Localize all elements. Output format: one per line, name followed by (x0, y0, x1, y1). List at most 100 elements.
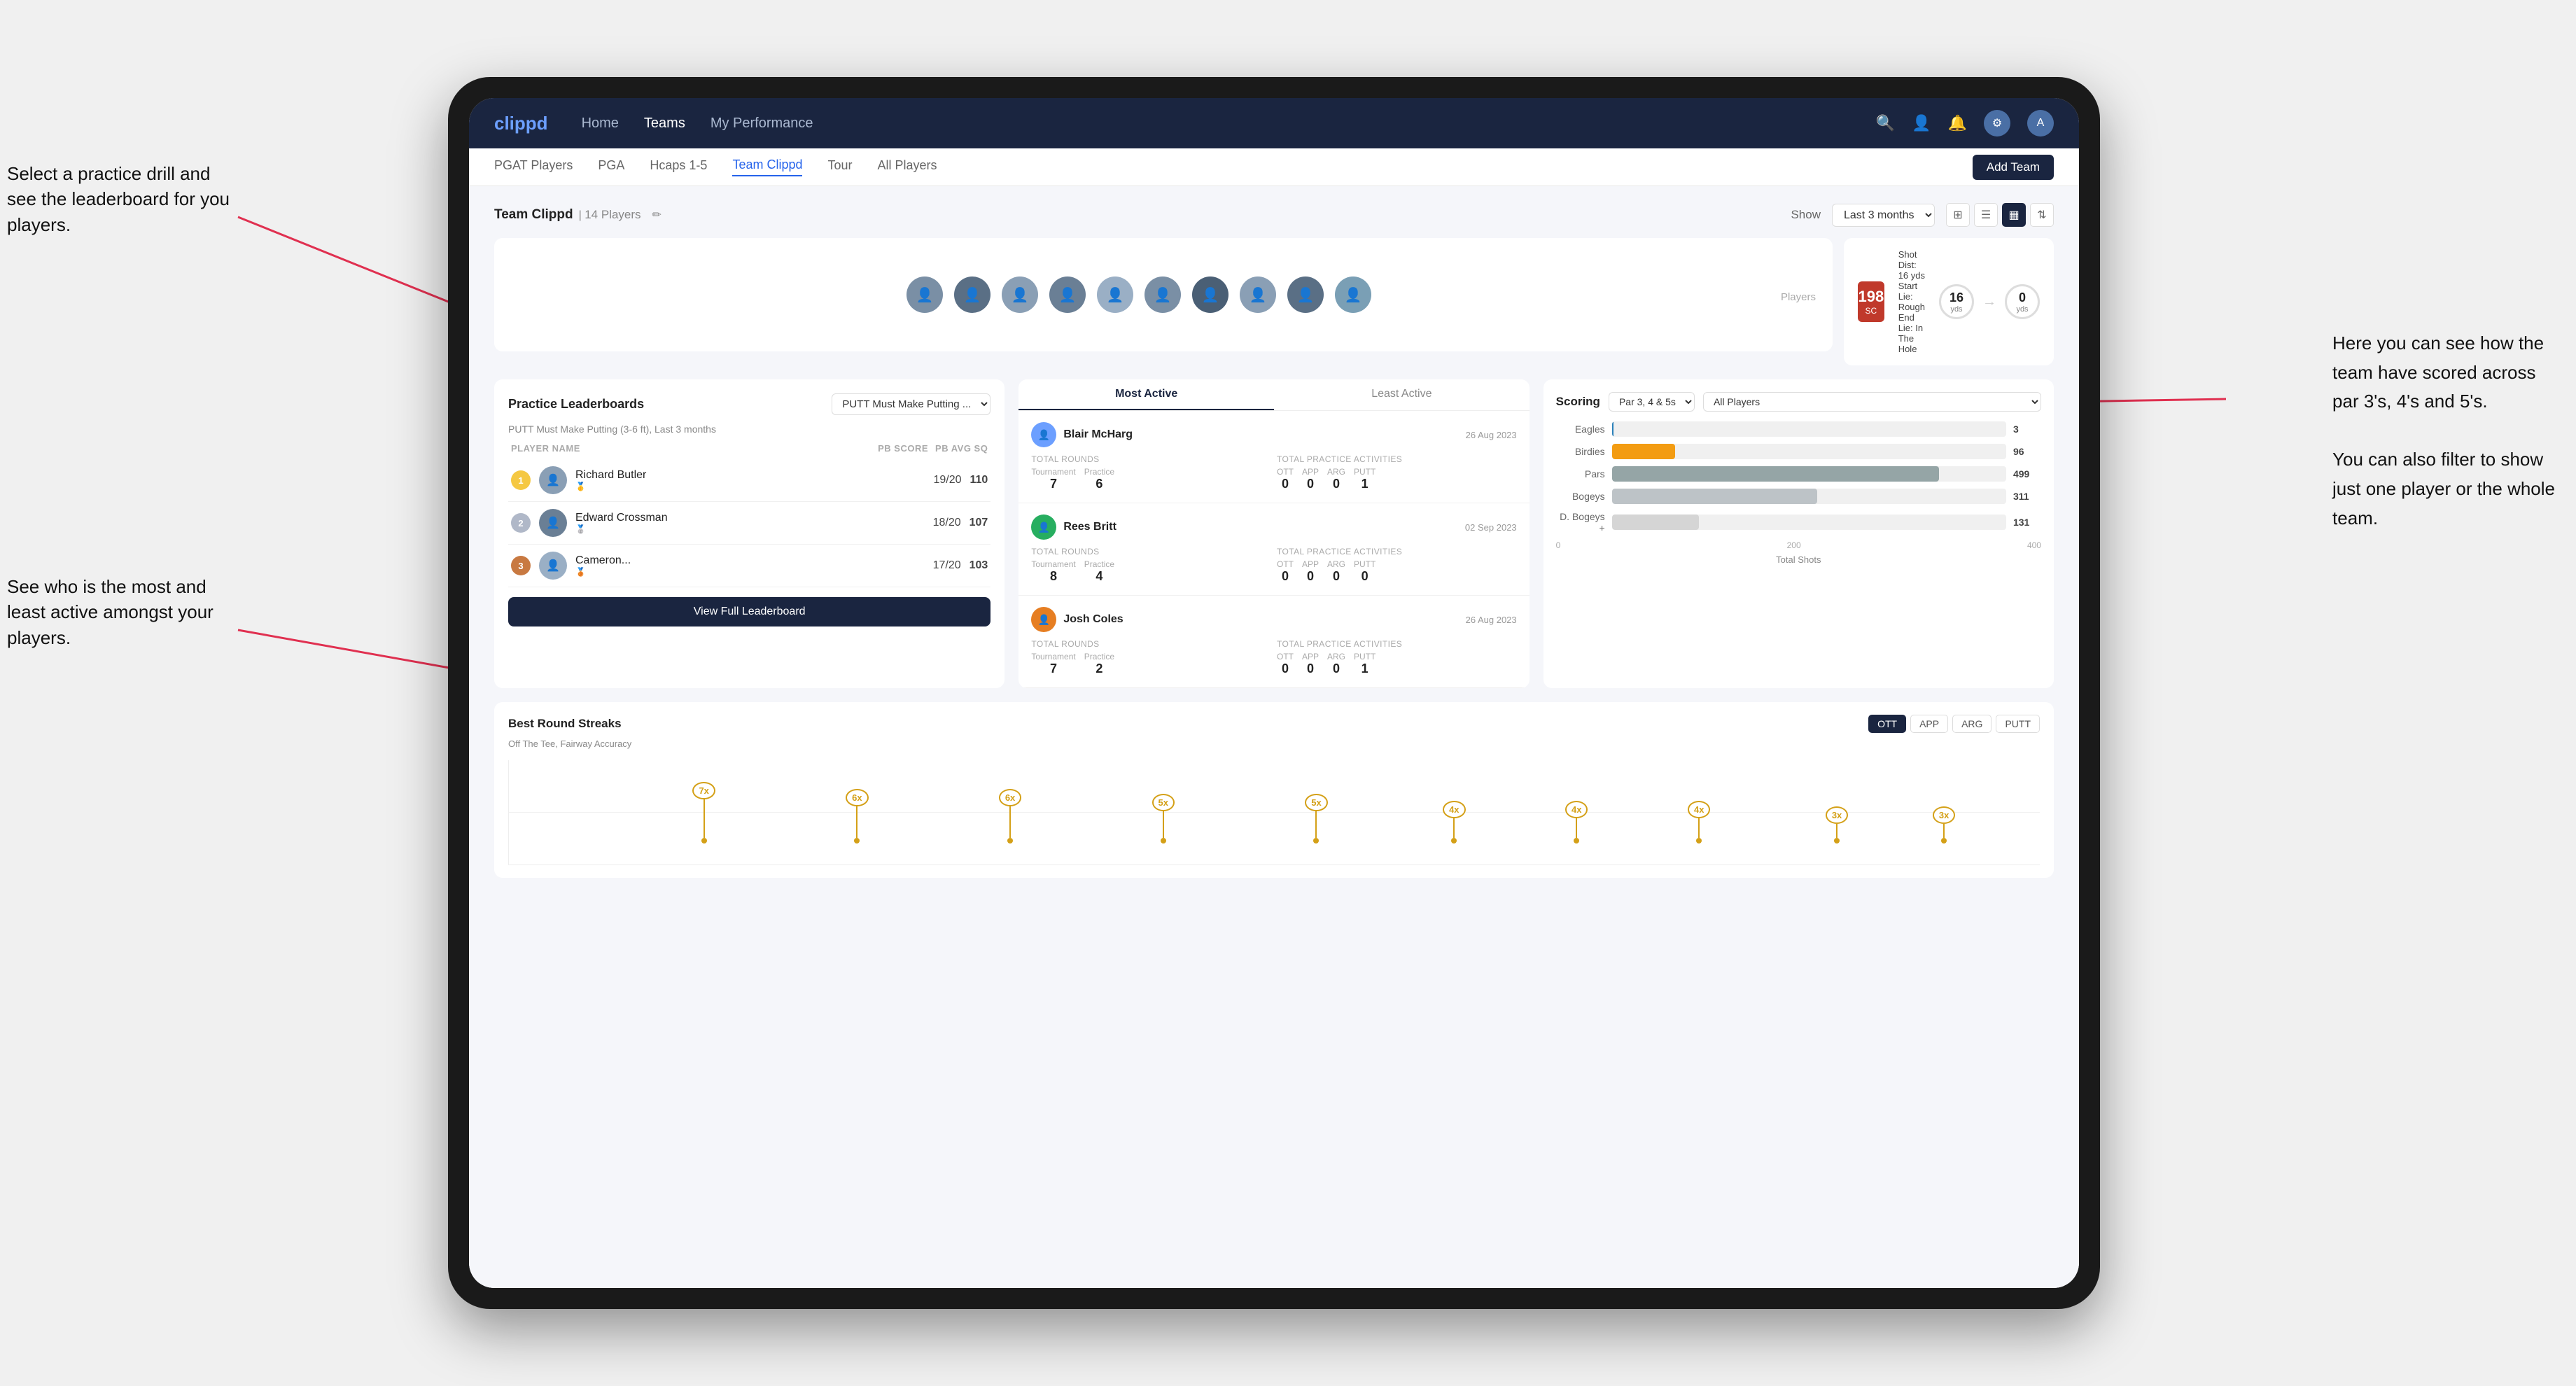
user-icon[interactable]: 👤 (1912, 114, 1931, 132)
lb-rank-1: 1 (511, 470, 531, 490)
streak-bubble-4: 5x (1305, 794, 1327, 811)
players-footer-label: Players (1781, 291, 1816, 303)
tablet-frame: clippd Home Teams My Performance 🔍 👤 🔔 ⚙… (448, 77, 2100, 1309)
nav-performance[interactable]: My Performance (710, 115, 813, 132)
player-avatar-9[interactable]: 👤 (1335, 276, 1371, 313)
user-avatar[interactable]: ⚙ (1984, 110, 2010, 136)
ap-name-1: Blair McHarg (1063, 428, 1458, 441)
leaderboard-card: Practice Leaderboards PUTT Must Make Put… (494, 379, 1004, 688)
bar-eagles: Eagles 3 (1556, 421, 2041, 437)
shot-metrics: 16 yds → 0 yds (1939, 284, 2040, 319)
view-full-leaderboard-button[interactable]: View Full Leaderboard (508, 597, 990, 626)
player-item-6: 👤 (1192, 276, 1228, 313)
activity-player-3: 👤 Josh Coles 26 Aug 2023 Total Rounds To… (1018, 596, 1529, 688)
team-controls: Show Last 3 months ⊞ ☰ ▦ ⇅ (1791, 203, 2054, 227)
player-avatar-8[interactable]: 👤 (1287, 276, 1324, 313)
card-view-icon[interactable]: ▦ (2002, 203, 2026, 227)
tab-least-active[interactable]: Least Active (1274, 379, 1530, 410)
player-avatar-7[interactable]: 👤 (1240, 276, 1276, 313)
streak-btn-putt[interactable]: PUTT (1996, 715, 2040, 733)
player-avatar-0[interactable]: 👤 (906, 276, 943, 313)
subnav-pgat[interactable]: PGAT Players (494, 158, 573, 176)
metric-2: 0 yds (2005, 284, 2040, 319)
shot-card: 198 SC Shot Dist: 16 yds Start Lie: Roug… (1844, 238, 2054, 365)
search-icon[interactable]: 🔍 (1876, 114, 1895, 132)
streaks-header: Best Round Streaks OTT APP ARG PUTT (508, 715, 2040, 733)
leaderboard-subtitle: PUTT Must Make Putting (3-6 ft), Last 3 … (508, 424, 990, 435)
ap-date-1: 26 Aug 2023 (1466, 430, 1517, 440)
player-count: | 14 Players (579, 208, 641, 222)
nav-teams[interactable]: Teams (644, 115, 685, 132)
list-view-icon[interactable]: ☰ (1974, 203, 1998, 227)
player-avatar-4[interactable]: 👤 (1097, 276, 1133, 313)
show-select[interactable]: Last 3 months (1832, 204, 1935, 227)
activity-card: Most Active Least Active 👤 Blair McHarg … (1018, 379, 1529, 688)
subnav-tour[interactable]: Tour (827, 158, 852, 176)
ap-header-1: 👤 Blair McHarg 26 Aug 2023 (1031, 422, 1516, 447)
nav-home[interactable]: Home (582, 115, 619, 132)
tab-most-active[interactable]: Most Active (1018, 379, 1274, 410)
tablet-screen: clippd Home Teams My Performance 🔍 👤 🔔 ⚙… (469, 98, 2079, 1288)
player-avatar-2[interactable]: 👤 (1002, 276, 1038, 313)
view-icons: ⊞ ☰ ▦ ⇅ (1946, 203, 2054, 227)
streak-bubble-7: 4x (1688, 801, 1710, 818)
streak-point-9: 3x (1933, 806, 1955, 844)
ap-avatar-3: 👤 (1031, 607, 1056, 632)
player-avatar-5[interactable]: 👤 (1144, 276, 1181, 313)
lb-avatar-2: 👤 (539, 509, 567, 537)
annotation-top-left: Select a practice drill and see the lead… (7, 161, 231, 237)
lb-name-1: Richard Butler (575, 469, 925, 482)
lb-col-headers: PLAYER NAME PB SCORE PB AVG SQ (508, 443, 990, 454)
ap-avatar-1: 👤 (1031, 422, 1056, 447)
streaks-subtitle: Off The Tee, Fairway Accuracy (508, 738, 2040, 749)
streak-bubble-9: 3x (1933, 806, 1955, 824)
player-avatar-6[interactable]: 👤 (1192, 276, 1228, 313)
subnav-allplayers[interactable]: All Players (878, 158, 937, 176)
edit-icon[interactable]: ✏ (652, 208, 662, 222)
leaderboard-header: Practice Leaderboards PUTT Must Make Put… (508, 393, 990, 415)
team-header: Team Clippd | 14 Players ✏ Show Last 3 m… (494, 203, 2054, 227)
ap-stats-2: Total Rounds Tournament 8 Practice 4 (1031, 547, 1516, 584)
scoring-title: Scoring (1556, 395, 1600, 409)
activity-tabs: Most Active Least Active (1018, 379, 1529, 411)
drill-select[interactable]: PUTT Must Make Putting ... (832, 393, 990, 415)
scoring-header: Scoring Par 3, 4 & 5s All Players (1556, 392, 2041, 412)
nav-icons: 🔍 👤 🔔 ⚙ A (1876, 110, 2054, 136)
grid-view-icon[interactable]: ⊞ (1946, 203, 1970, 227)
sort-icon[interactable]: ⇅ (2030, 203, 2054, 227)
player-item-3: 👤 (1049, 276, 1086, 313)
streak-bubble-0: 7x (692, 782, 715, 799)
bar-bogeys: Bogeys 311 (1556, 489, 2041, 504)
streak-btn-arg[interactable]: ARG (1952, 715, 1991, 733)
add-team-button[interactable]: Add Team (1973, 155, 2054, 180)
bell-icon[interactable]: 🔔 (1948, 114, 1967, 132)
team-name: Team Clippd (494, 207, 573, 223)
player-avatar-1[interactable]: 👤 (954, 276, 990, 313)
scoring-players-select[interactable]: All Players (1703, 392, 2041, 412)
profile-avatar[interactable]: A (2027, 110, 2054, 136)
scoring-filter-select[interactable]: Par 3, 4 & 5s (1609, 392, 1695, 412)
streak-bubble-1: 6x (846, 789, 868, 806)
streak-btn-app[interactable]: APP (1910, 715, 1948, 733)
activity-player-2: 👤 Rees Britt 02 Sep 2023 Total Rounds To… (1018, 503, 1529, 596)
lb-row-3: 3 👤 Cameron... 🥉 17/20 103 (508, 545, 990, 587)
player-item-7: 👤 (1240, 276, 1276, 313)
lb-score-3: 17/20 (933, 559, 961, 572)
player-item-4: 👤 (1097, 276, 1133, 313)
streak-bubble-8: 3x (1826, 806, 1848, 824)
subnav-pga[interactable]: PGA (598, 158, 624, 176)
annotation-right: Here you can see how the team have score… (2332, 329, 2555, 533)
streak-btn-ott[interactable]: OTT (1868, 715, 1906, 733)
streak-point-8: 3x (1826, 806, 1848, 844)
streaks-chart: 7x 6x 6x 5x (508, 760, 2040, 865)
subnav-teamclippd[interactable]: Team Clippd (732, 158, 802, 176)
player-item-9: 👤 (1335, 276, 1371, 313)
three-col-grid: Practice Leaderboards PUTT Must Make Put… (494, 379, 2054, 688)
ap-stats-1: Total Rounds Tournament 7 Practice 6 (1031, 454, 1516, 491)
subnav-hcaps[interactable]: Hcaps 1-5 (650, 158, 707, 176)
chart-axis: 0 200 400 (1556, 540, 2041, 550)
ap-avatar-2: 👤 (1031, 514, 1056, 540)
player-avatar-3[interactable]: 👤 (1049, 276, 1086, 313)
main-content: Team Clippd | 14 Players ✏ Show Last 3 m… (469, 186, 2079, 1288)
nav-links: Home Teams My Performance (582, 115, 1876, 132)
